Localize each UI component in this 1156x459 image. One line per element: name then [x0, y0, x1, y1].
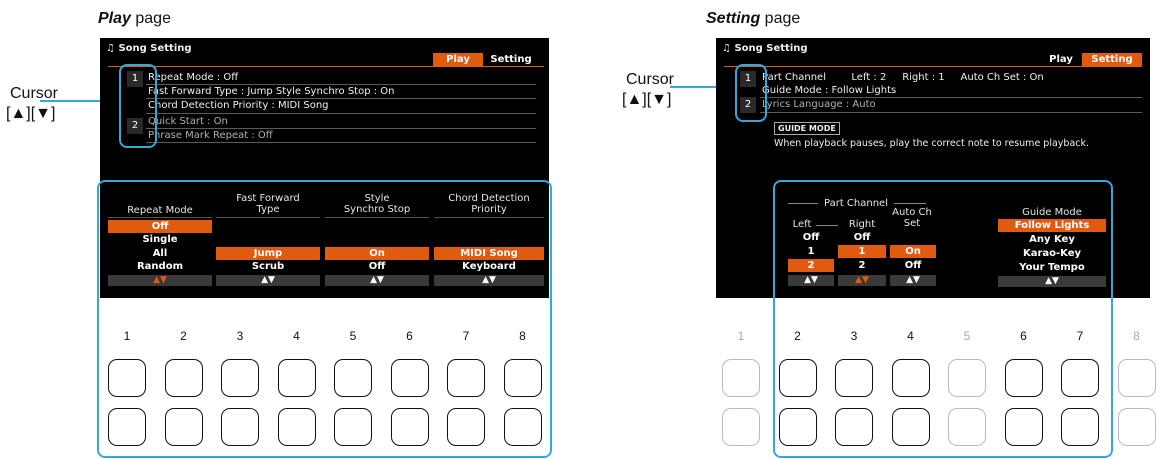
- row-guide-mode[interactable]: Guide Mode : Follow Lights: [762, 85, 896, 96]
- music-note-icon: ♫: [106, 43, 115, 54]
- setting-cursor-callout: [735, 64, 767, 122]
- button-8-upper[interactable]: [1117, 359, 1156, 397]
- play-cursor-label: Cursor [▲][▼]: [6, 85, 59, 122]
- screen-title: ♫ Song Setting: [106, 43, 192, 54]
- button-number-label: 1: [737, 329, 745, 343]
- row-divider: [146, 98, 536, 99]
- tab-underline: [108, 66, 544, 67]
- row-divider: [146, 113, 536, 114]
- tab-underline: [724, 66, 1142, 67]
- guide-mode-description: When playback pauses, play the correct n…: [774, 138, 1090, 149]
- play-screen: ♫ Song Setting Play Setting 1 2 Repeat M…: [100, 38, 549, 183]
- tab-setting[interactable]: Setting: [483, 53, 539, 66]
- row-repeat-mode[interactable]: Repeat Mode : Off: [148, 72, 238, 83]
- screen-title: ♫ Song Setting: [722, 43, 808, 54]
- play-page-caption: Play page: [98, 10, 171, 27]
- row-divider: [760, 97, 1142, 98]
- row-part-channel[interactable]: Part Channel Left : 2 Right : 1 Auto Ch …: [762, 72, 1142, 83]
- row-divider: [146, 142, 536, 143]
- button-1-lower[interactable]: [722, 408, 760, 446]
- guide-mode-chip: GUIDE MODE: [774, 122, 840, 135]
- row-phrase-mark[interactable]: Phrase Mark Repeat : Off: [148, 130, 273, 141]
- setting-cursor-label: Cursor [▲][▼]: [622, 71, 675, 108]
- row-divider: [146, 84, 536, 85]
- music-note-icon: ♫: [722, 43, 731, 54]
- play-cursor-callout: [119, 64, 157, 148]
- row-lyrics-language[interactable]: Lyrics Language : Auto: [762, 99, 876, 110]
- play-buttons-callout: [97, 180, 552, 458]
- tab-play[interactable]: Play: [433, 53, 483, 66]
- row-quick-start[interactable]: Quick Start : On: [148, 116, 228, 127]
- setting-screen: ♫ Song Setting Play Setting 1 2 Part Cha…: [716, 38, 1150, 183]
- button-1-upper[interactable]: [722, 359, 760, 397]
- row-chord-detection[interactable]: Chord Detection Priority : MIDI Song: [148, 100, 329, 111]
- button-8-lower[interactable]: [1117, 408, 1156, 446]
- row-divider: [146, 128, 536, 129]
- button-number-label: 8: [1133, 329, 1140, 343]
- tab-setting[interactable]: Setting: [1082, 53, 1142, 66]
- setting-buttons-callout: [773, 180, 1113, 458]
- row-fast-forward[interactable]: Fast Forward Type : Jump Style Synchro S…: [148, 86, 395, 97]
- row-divider: [760, 112, 1142, 113]
- tab-play[interactable]: Play: [1040, 53, 1082, 66]
- setting-page-caption: Setting page: [706, 10, 801, 27]
